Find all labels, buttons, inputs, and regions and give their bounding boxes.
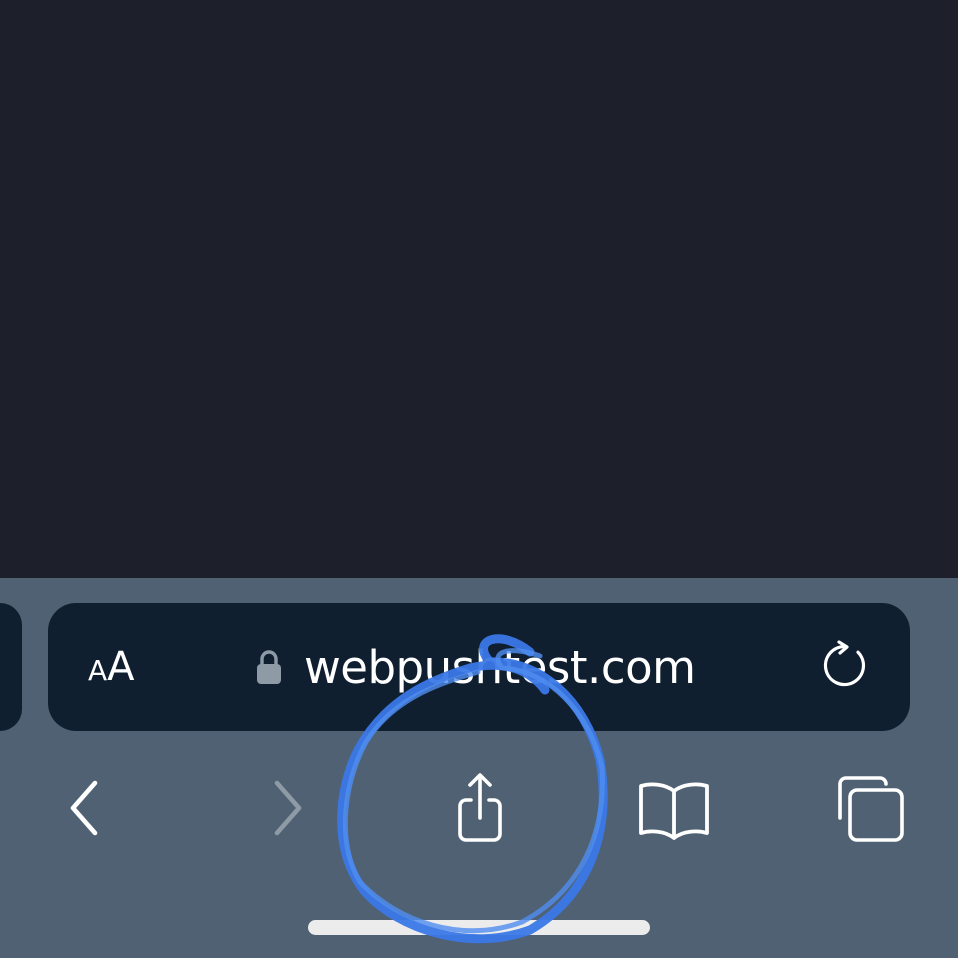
safari-screen: A A webpushtest.com <box>0 0 958 958</box>
forward-button[interactable] <box>246 770 326 850</box>
tabs-icon <box>830 770 906 851</box>
home-indicator[interactable] <box>308 920 650 935</box>
book-icon <box>634 773 714 848</box>
tabs-button[interactable] <box>828 770 908 850</box>
page-format-button[interactable]: A A <box>88 603 135 731</box>
address-bar[interactable]: A A webpushtest.com <box>48 603 910 731</box>
share-button[interactable] <box>440 770 520 850</box>
bookmarks-button[interactable] <box>634 770 714 850</box>
chevron-right-icon <box>261 773 311 848</box>
lock-icon <box>256 649 282 685</box>
aa-label-small: A <box>88 654 108 687</box>
web-page-content <box>0 0 958 578</box>
reload-button[interactable] <box>814 637 874 697</box>
share-icon <box>445 768 515 853</box>
aa-label-large: A <box>107 644 135 690</box>
url-field[interactable]: webpushtest.com <box>256 603 696 731</box>
back-button[interactable] <box>46 770 126 850</box>
chevron-left-icon <box>61 773 111 848</box>
previous-tab-peek[interactable] <box>0 603 22 731</box>
reload-icon <box>818 639 870 696</box>
url-text: webpushtest.com <box>304 640 696 694</box>
